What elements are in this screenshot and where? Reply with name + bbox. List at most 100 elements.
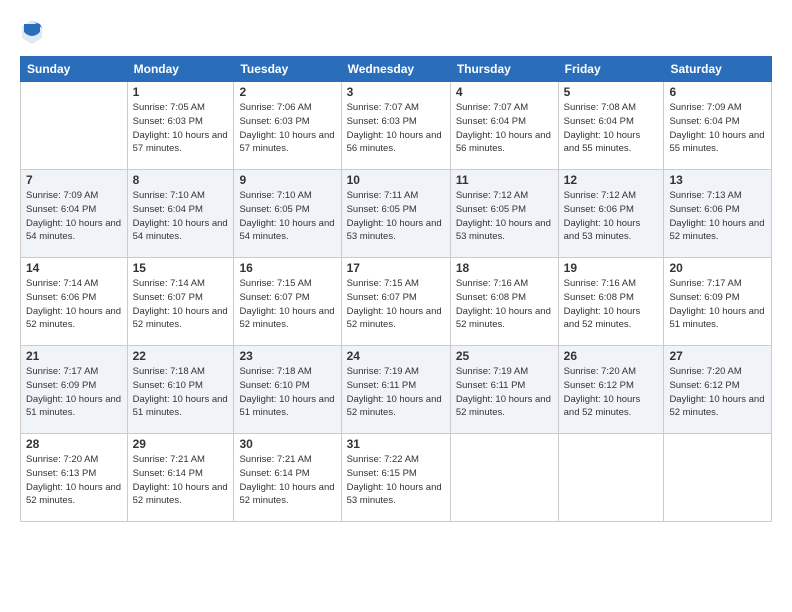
cell-content: Sunrise: 7:08 AMSunset: 6:04 PMDaylight:…: [564, 102, 641, 154]
calendar-cell: 22 Sunrise: 7:18 AMSunset: 6:10 PMDayligh…: [127, 346, 234, 434]
calendar-cell: 7 Sunrise: 7:09 AMSunset: 6:04 PMDaylight…: [21, 170, 128, 258]
cell-content: Sunrise: 7:16 AMSunset: 6:08 PMDaylight:…: [456, 278, 551, 330]
cell-content: Sunrise: 7:16 AMSunset: 6:08 PMDaylight:…: [564, 278, 641, 330]
day-number: 29: [133, 437, 229, 451]
day-number: 3: [347, 85, 445, 99]
calendar-cell: 9 Sunrise: 7:10 AMSunset: 6:05 PMDaylight…: [234, 170, 341, 258]
cell-content: Sunrise: 7:17 AMSunset: 6:09 PMDaylight:…: [26, 366, 121, 418]
day-number: 5: [564, 85, 659, 99]
calendar-cell: 23 Sunrise: 7:18 AMSunset: 6:10 PMDayligh…: [234, 346, 341, 434]
cell-content: Sunrise: 7:20 AMSunset: 6:13 PMDaylight:…: [26, 454, 121, 506]
calendar-cell: 14 Sunrise: 7:14 AMSunset: 6:06 PMDayligh…: [21, 258, 128, 346]
calendar-cell: 24Sunrise: 7:19 AMSunset: 6:11 PMDayligh…: [341, 346, 450, 434]
day-header-tuesday: Tuesday: [234, 57, 341, 82]
day-number: 31: [347, 437, 445, 451]
cell-content: Sunrise: 7:12 AMSunset: 6:06 PMDaylight:…: [564, 190, 641, 242]
calendar-cell: [450, 434, 558, 522]
cell-content: Sunrise: 7:14 AMSunset: 6:06 PMDaylight:…: [26, 278, 121, 330]
cell-content: Sunrise: 7:06 AMSunset: 6:03 PMDaylight:…: [239, 102, 334, 154]
calendar-cell: 13Sunrise: 7:13 AMSunset: 6:06 PMDayligh…: [664, 170, 772, 258]
cell-content: Sunrise: 7:05 AMSunset: 6:03 PMDaylight:…: [133, 102, 228, 154]
day-number: 16: [239, 261, 335, 275]
day-header-monday: Monday: [127, 57, 234, 82]
calendar-cell: 11 Sunrise: 7:12 AMSunset: 6:05 PMDayligh…: [450, 170, 558, 258]
day-number: 14: [26, 261, 122, 275]
page: SundayMondayTuesdayWednesdayThursdayFrid…: [0, 0, 792, 612]
day-header-wednesday: Wednesday: [341, 57, 450, 82]
day-header-friday: Friday: [558, 57, 664, 82]
calendar-cell: 18 Sunrise: 7:16 AMSunset: 6:08 PMDayligh…: [450, 258, 558, 346]
calendar-cell: 17 Sunrise: 7:15 AMSunset: 6:07 PMDayligh…: [341, 258, 450, 346]
day-number: 28: [26, 437, 122, 451]
cell-content: Sunrise: 7:19 AMSunset: 6:11 PMDaylight:…: [456, 366, 551, 418]
calendar-cell: 30Sunrise: 7:21 AMSunset: 6:14 PMDayligh…: [234, 434, 341, 522]
day-number: 4: [456, 85, 553, 99]
calendar-week-1: 1Sunrise: 7:05 AMSunset: 6:03 PMDaylight…: [21, 82, 772, 170]
calendar-cell: 31 Sunrise: 7:22 AMSunset: 6:15 PMDayligh…: [341, 434, 450, 522]
cell-content: Sunrise: 7:15 AMSunset: 6:07 PMDaylight:…: [347, 278, 442, 330]
calendar-cell: 6 Sunrise: 7:09 AMSunset: 6:04 PMDaylight…: [664, 82, 772, 170]
day-number: 23: [239, 349, 335, 363]
cell-content: Sunrise: 7:20 AMSunset: 6:12 PMDaylight:…: [564, 366, 641, 418]
day-number: 22: [133, 349, 229, 363]
cell-content: Sunrise: 7:22 AMSunset: 6:15 PMDaylight:…: [347, 454, 442, 506]
calendar-cell: 16 Sunrise: 7:15 AMSunset: 6:07 PMDayligh…: [234, 258, 341, 346]
calendar-cell: 12 Sunrise: 7:12 AMSunset: 6:06 PMDayligh…: [558, 170, 664, 258]
logo: [20, 18, 48, 46]
day-number: 9: [239, 173, 335, 187]
day-number: 18: [456, 261, 553, 275]
day-number: 19: [564, 261, 659, 275]
calendar-cell: 2 Sunrise: 7:06 AMSunset: 6:03 PMDaylight…: [234, 82, 341, 170]
calendar-cell: 5 Sunrise: 7:08 AMSunset: 6:04 PMDaylight…: [558, 82, 664, 170]
calendar-week-4: 21 Sunrise: 7:17 AMSunset: 6:09 PMDayligh…: [21, 346, 772, 434]
cell-content: Sunrise: 7:20 AMSunset: 6:12 PMDaylight:…: [669, 366, 764, 418]
cell-content: Sunrise: 7:19 AMSunset: 6:11 PMDaylight:…: [347, 366, 442, 418]
calendar-cell: 28 Sunrise: 7:20 AMSunset: 6:13 PMDayligh…: [21, 434, 128, 522]
cell-content: Sunrise: 7:10 AMSunset: 6:04 PMDaylight:…: [133, 190, 228, 242]
calendar-cell: 1Sunrise: 7:05 AMSunset: 6:03 PMDaylight…: [127, 82, 234, 170]
cell-content: Sunrise: 7:13 AMSunset: 6:06 PMDaylight:…: [669, 190, 764, 242]
day-number: 17: [347, 261, 445, 275]
calendar-header-row: SundayMondayTuesdayWednesdayThursdayFrid…: [21, 57, 772, 82]
calendar-cell: 3Sunrise: 7:07 AMSunset: 6:03 PMDaylight…: [341, 82, 450, 170]
calendar-cell: 26 Sunrise: 7:20 AMSunset: 6:12 PMDayligh…: [558, 346, 664, 434]
day-number: 21: [26, 349, 122, 363]
cell-content: Sunrise: 7:18 AMSunset: 6:10 PMDaylight:…: [133, 366, 228, 418]
day-number: 2: [239, 85, 335, 99]
calendar-cell: 19 Sunrise: 7:16 AMSunset: 6:08 PMDayligh…: [558, 258, 664, 346]
calendar-week-5: 28 Sunrise: 7:20 AMSunset: 6:13 PMDayligh…: [21, 434, 772, 522]
day-number: 10: [347, 173, 445, 187]
day-header-saturday: Saturday: [664, 57, 772, 82]
day-number: 6: [669, 85, 766, 99]
day-number: 12: [564, 173, 659, 187]
header: [20, 18, 772, 46]
calendar-cell: 27 Sunrise: 7:20 AMSunset: 6:12 PMDayligh…: [664, 346, 772, 434]
cell-content: Sunrise: 7:10 AMSunset: 6:05 PMDaylight:…: [239, 190, 334, 242]
cell-content: Sunrise: 7:18 AMSunset: 6:10 PMDaylight:…: [239, 366, 334, 418]
calendar-week-3: 14 Sunrise: 7:14 AMSunset: 6:06 PMDayligh…: [21, 258, 772, 346]
calendar-cell: 21 Sunrise: 7:17 AMSunset: 6:09 PMDayligh…: [21, 346, 128, 434]
calendar-cell: 4 Sunrise: 7:07 AMSunset: 6:04 PMDaylight…: [450, 82, 558, 170]
cell-content: Sunrise: 7:17 AMSunset: 6:09 PMDaylight:…: [669, 278, 764, 330]
cell-content: Sunrise: 7:14 AMSunset: 6:07 PMDaylight:…: [133, 278, 228, 330]
cell-content: Sunrise: 7:07 AMSunset: 6:04 PMDaylight:…: [456, 102, 551, 154]
day-number: 20: [669, 261, 766, 275]
day-number: 11: [456, 173, 553, 187]
calendar-cell: 10 Sunrise: 7:11 AMSunset: 6:05 PMDayligh…: [341, 170, 450, 258]
day-number: 27: [669, 349, 766, 363]
calendar-week-2: 7 Sunrise: 7:09 AMSunset: 6:04 PMDaylight…: [21, 170, 772, 258]
logo-icon: [20, 18, 44, 46]
day-number: 26: [564, 349, 659, 363]
day-number: 7: [26, 173, 122, 187]
cell-content: Sunrise: 7:09 AMSunset: 6:04 PMDaylight:…: [669, 102, 764, 154]
cell-content: Sunrise: 7:15 AMSunset: 6:07 PMDaylight:…: [239, 278, 334, 330]
calendar-cell: 29 Sunrise: 7:21 AMSunset: 6:14 PMDayligh…: [127, 434, 234, 522]
cell-content: Sunrise: 7:09 AMSunset: 6:04 PMDaylight:…: [26, 190, 121, 242]
cell-content: Sunrise: 7:21 AMSunset: 6:14 PMDaylight:…: [133, 454, 228, 506]
day-number: 8: [133, 173, 229, 187]
cell-content: Sunrise: 7:12 AMSunset: 6:05 PMDaylight:…: [456, 190, 551, 242]
calendar-table: SundayMondayTuesdayWednesdayThursdayFrid…: [20, 56, 772, 522]
cell-content: Sunrise: 7:21 AMSunset: 6:14 PMDaylight:…: [239, 454, 334, 506]
cell-content: Sunrise: 7:11 AMSunset: 6:05 PMDaylight:…: [347, 190, 442, 242]
calendar-cell: 15Sunrise: 7:14 AMSunset: 6:07 PMDayligh…: [127, 258, 234, 346]
